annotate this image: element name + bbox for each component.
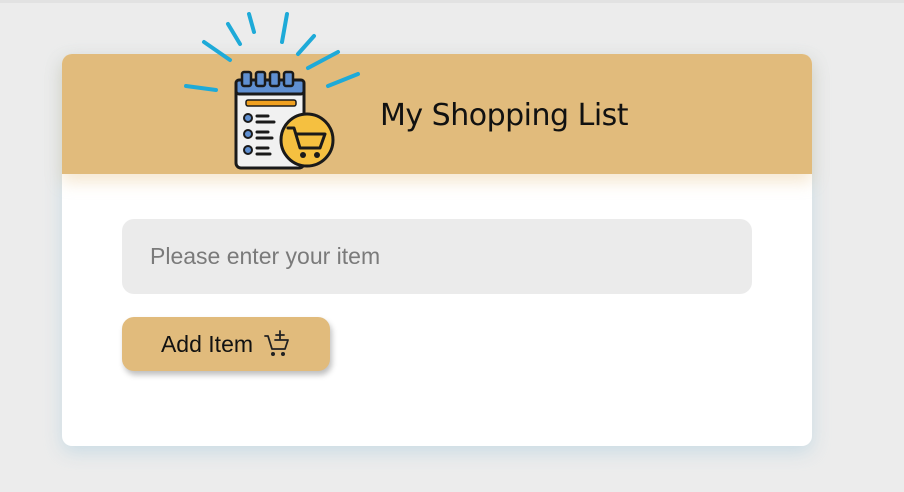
page-title: My Shopping List [380, 98, 629, 133]
add-item-label: Add Item [160, 330, 254, 357]
shopping-list-card: My Shopping List Add Item [62, 12, 812, 446]
item-input[interactable] [122, 219, 752, 294]
shopping-list-cart-icon [184, 12, 360, 170]
cart-plus-icon [264, 330, 289, 356]
add-item-button[interactable]: Add Item [122, 317, 330, 371]
card-header: My Shopping List [62, 12, 812, 174]
top-border [0, 0, 904, 3]
